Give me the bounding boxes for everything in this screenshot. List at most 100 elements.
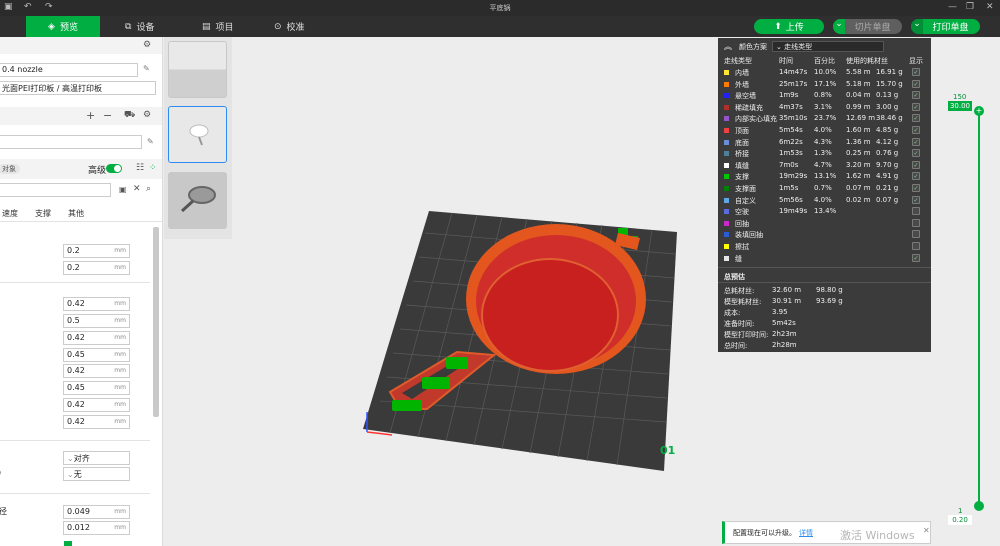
display-checkbox[interactable]: ✓ xyxy=(912,79,920,88)
display-checkbox[interactable]: ✓ xyxy=(912,149,920,158)
color-scheme-select[interactable]: ⌄ 走线类型 xyxy=(772,41,884,52)
grid-icon[interactable]: ⁘ xyxy=(149,163,157,173)
layer-height-input[interactable]: 0.2 mm xyxy=(63,244,130,258)
redo-icon[interactable]: ↷ xyxy=(45,2,53,12)
print-plate-button[interactable]: ⌄ 打印单盘 xyxy=(911,19,980,34)
support-width-input[interactable]: 0.42 mm xyxy=(63,415,130,429)
minimize-icon[interactable]: — xyxy=(948,2,957,12)
close-notification-icon[interactable]: ✕ xyxy=(923,526,930,535)
nozzle-select[interactable]: 0.4 nozzle xyxy=(0,63,138,77)
sparse-infill-width-input[interactable]: 0.45 mm xyxy=(63,381,130,395)
slice-plate-button[interactable]: ⌄ 切片单盘 xyxy=(833,19,902,34)
legend-row[interactable]: 内部实心填充 35m10s 23.7% 12.69 m 38.46 g ✓ xyxy=(718,113,931,125)
legend-row[interactable]: 装填回抽 xyxy=(718,229,931,241)
display-checkbox[interactable]: ✓ xyxy=(912,102,920,111)
display-checkbox[interactable]: ✓ xyxy=(912,68,920,76)
tab-preview[interactable]: ◈ 预览 xyxy=(26,16,100,37)
restore-icon[interactable]: ❐ xyxy=(966,2,974,12)
legend-row[interactable]: 顶面 5m54s 4.0% 1.60 m 4.85 g ✓ xyxy=(718,125,931,137)
scrollbar[interactable] xyxy=(153,227,159,417)
legend-row[interactable]: 悬空墙 1m9s 0.8% 0.04 m 0.13 g ✓ xyxy=(718,90,931,102)
internal-solid-width-input[interactable]: 0.42 mm xyxy=(63,398,130,412)
advanced-toggle[interactable] xyxy=(106,164,122,173)
legend-row[interactable]: 稀疏填充 4m37s 3.1% 0.99 m 3.00 g ✓ xyxy=(718,102,931,114)
collapse-icon[interactable]: ︽ xyxy=(724,41,732,52)
display-checkbox[interactable] xyxy=(912,218,920,227)
tab-project[interactable]: ▤ 项目 xyxy=(192,16,244,37)
tab-support[interactable]: 支撑 xyxy=(35,208,51,219)
printer-settings-icon[interactable]: ⚙ xyxy=(143,40,151,50)
add-icon[interactable]: + xyxy=(86,109,95,122)
legend-row[interactable]: 内墙 14m47s 10.0% 5.58 m 16.91 g ✓ xyxy=(718,67,931,79)
staggered-select[interactable]: ⌄无 xyxy=(63,467,130,481)
tab-device[interactable]: ⧉ 设备 xyxy=(115,16,164,37)
seam-position-select[interactable]: ⌄对齐 xyxy=(63,451,130,465)
line-width-input[interactable]: 0.42 mm xyxy=(63,297,130,311)
filament-select[interactable] xyxy=(0,135,142,149)
display-checkbox[interactable]: ✓ xyxy=(912,160,920,169)
display-checkbox[interactable]: ✓ xyxy=(912,126,920,134)
plate-thumbnail[interactable] xyxy=(168,41,227,98)
legend-row[interactable]: 底面 6m22s 4.3% 1.36 m 4.12 g ✓ xyxy=(718,137,931,149)
first-layer-width-input[interactable]: 0.5 mm xyxy=(63,314,130,328)
legend-row[interactable]: 空驶 19m49s 13.4% xyxy=(718,206,931,218)
tab-calibration[interactable]: ⊙ 校准 xyxy=(264,16,315,37)
close-icon[interactable]: ✕ xyxy=(986,2,994,12)
display-checkbox[interactable] xyxy=(912,230,920,239)
search-settings-input[interactable] xyxy=(0,183,111,197)
tab-home[interactable]: 首页 xyxy=(0,16,8,37)
save-icon[interactable]: ▣ xyxy=(4,2,13,12)
sync-icon[interactable]: ⛟ xyxy=(124,110,135,121)
checkbox[interactable] xyxy=(64,541,72,546)
arc-tolerance-input[interactable]: 0.012 mm xyxy=(63,521,130,535)
filament-edit-icon[interactable]: ✎ xyxy=(147,137,154,146)
tab-others[interactable]: 其他 xyxy=(68,208,84,219)
clear-icon[interactable]: ✕ xyxy=(133,184,141,194)
display-checkbox[interactable]: ✓ xyxy=(912,253,920,262)
legend-row[interactable]: 自定义 5m56s 4.0% 0.02 m 0.07 g ✓ xyxy=(718,195,931,207)
display-checkbox[interactable]: ✓ xyxy=(912,137,920,146)
display-checkbox[interactable]: ✓ xyxy=(912,195,920,204)
display-checkbox[interactable]: ✓ xyxy=(912,114,920,123)
compare-icon[interactable]: ☷ xyxy=(136,163,144,173)
display-checkbox[interactable] xyxy=(912,207,920,216)
display-checkbox[interactable]: ✓ xyxy=(912,172,920,181)
tab-speed[interactable]: 速度 xyxy=(2,208,18,219)
legend-row[interactable]: 填缝 7m0s 4.7% 3.20 m 9.70 g ✓ xyxy=(718,160,931,172)
legend-row[interactable]: 支撑 19m29s 13.1% 1.62 m 4.91 g ✓ xyxy=(718,171,931,183)
plate-type-select[interactable]: 光面PEI打印板 / 高温打印板 xyxy=(0,81,156,95)
inner-wall-width-input[interactable]: 0.45 mm xyxy=(63,348,130,362)
legend-row[interactable]: 缝 ✓ xyxy=(718,253,931,265)
pan-bottom-surface[interactable] xyxy=(481,258,619,372)
legend-row[interactable]: 外墙 25m17s 17.1% 5.18 m 15.70 g ✓ xyxy=(718,79,931,91)
legend-row[interactable]: 擦拭 xyxy=(718,241,931,253)
slider-track[interactable] xyxy=(978,108,980,508)
legend-row[interactable]: 支撑面 1m5s 0.7% 0.07 m 0.21 g ✓ xyxy=(718,183,931,195)
remove-icon[interactable]: − xyxy=(103,109,112,122)
object-tag[interactable]: 对象 xyxy=(0,164,20,174)
outer-wall-width-input[interactable]: 0.42 mm xyxy=(63,331,130,345)
first-layer-height-input[interactable]: 0.2 mm xyxy=(63,261,130,275)
details-link[interactable]: 详情 xyxy=(799,528,813,538)
display-checkbox[interactable] xyxy=(912,242,920,250)
save-preset-icon[interactable]: ▣ xyxy=(119,185,127,194)
filament-settings-icon[interactable]: ⚙ xyxy=(143,110,151,120)
edit-icon[interactable]: ✎ xyxy=(143,64,150,73)
display-checkbox[interactable]: ✓ xyxy=(912,184,920,192)
print-dropdown-icon[interactable]: ⌄ xyxy=(911,19,923,34)
display-checkbox[interactable]: ✓ xyxy=(912,91,920,100)
legend-row[interactable]: 桥接 1m53s 1.3% 0.25 m 0.76 g ✓ xyxy=(718,148,931,160)
bottom-handle[interactable] xyxy=(974,501,984,511)
plate-thumbnail[interactable] xyxy=(168,172,227,229)
legend-row[interactable]: 回抽 xyxy=(718,218,931,230)
slice-dropdown-icon[interactable]: ⌄ xyxy=(833,19,845,34)
color-swatch xyxy=(724,151,729,157)
top-handle-add-icon[interactable]: + xyxy=(974,106,984,116)
top-surface-width-input[interactable]: 0.42 mm xyxy=(63,364,130,378)
undo-icon[interactable]: ↶ xyxy=(24,2,32,12)
plate-thumbnail-selected[interactable] xyxy=(168,106,227,163)
upload-button[interactable]: ⬆ 上传 xyxy=(754,19,824,34)
search-icon[interactable]: ⌕ xyxy=(146,184,151,194)
resolution-input[interactable]: 0.049 mm xyxy=(63,505,130,519)
summary-b: 98.80 g xyxy=(816,286,843,294)
